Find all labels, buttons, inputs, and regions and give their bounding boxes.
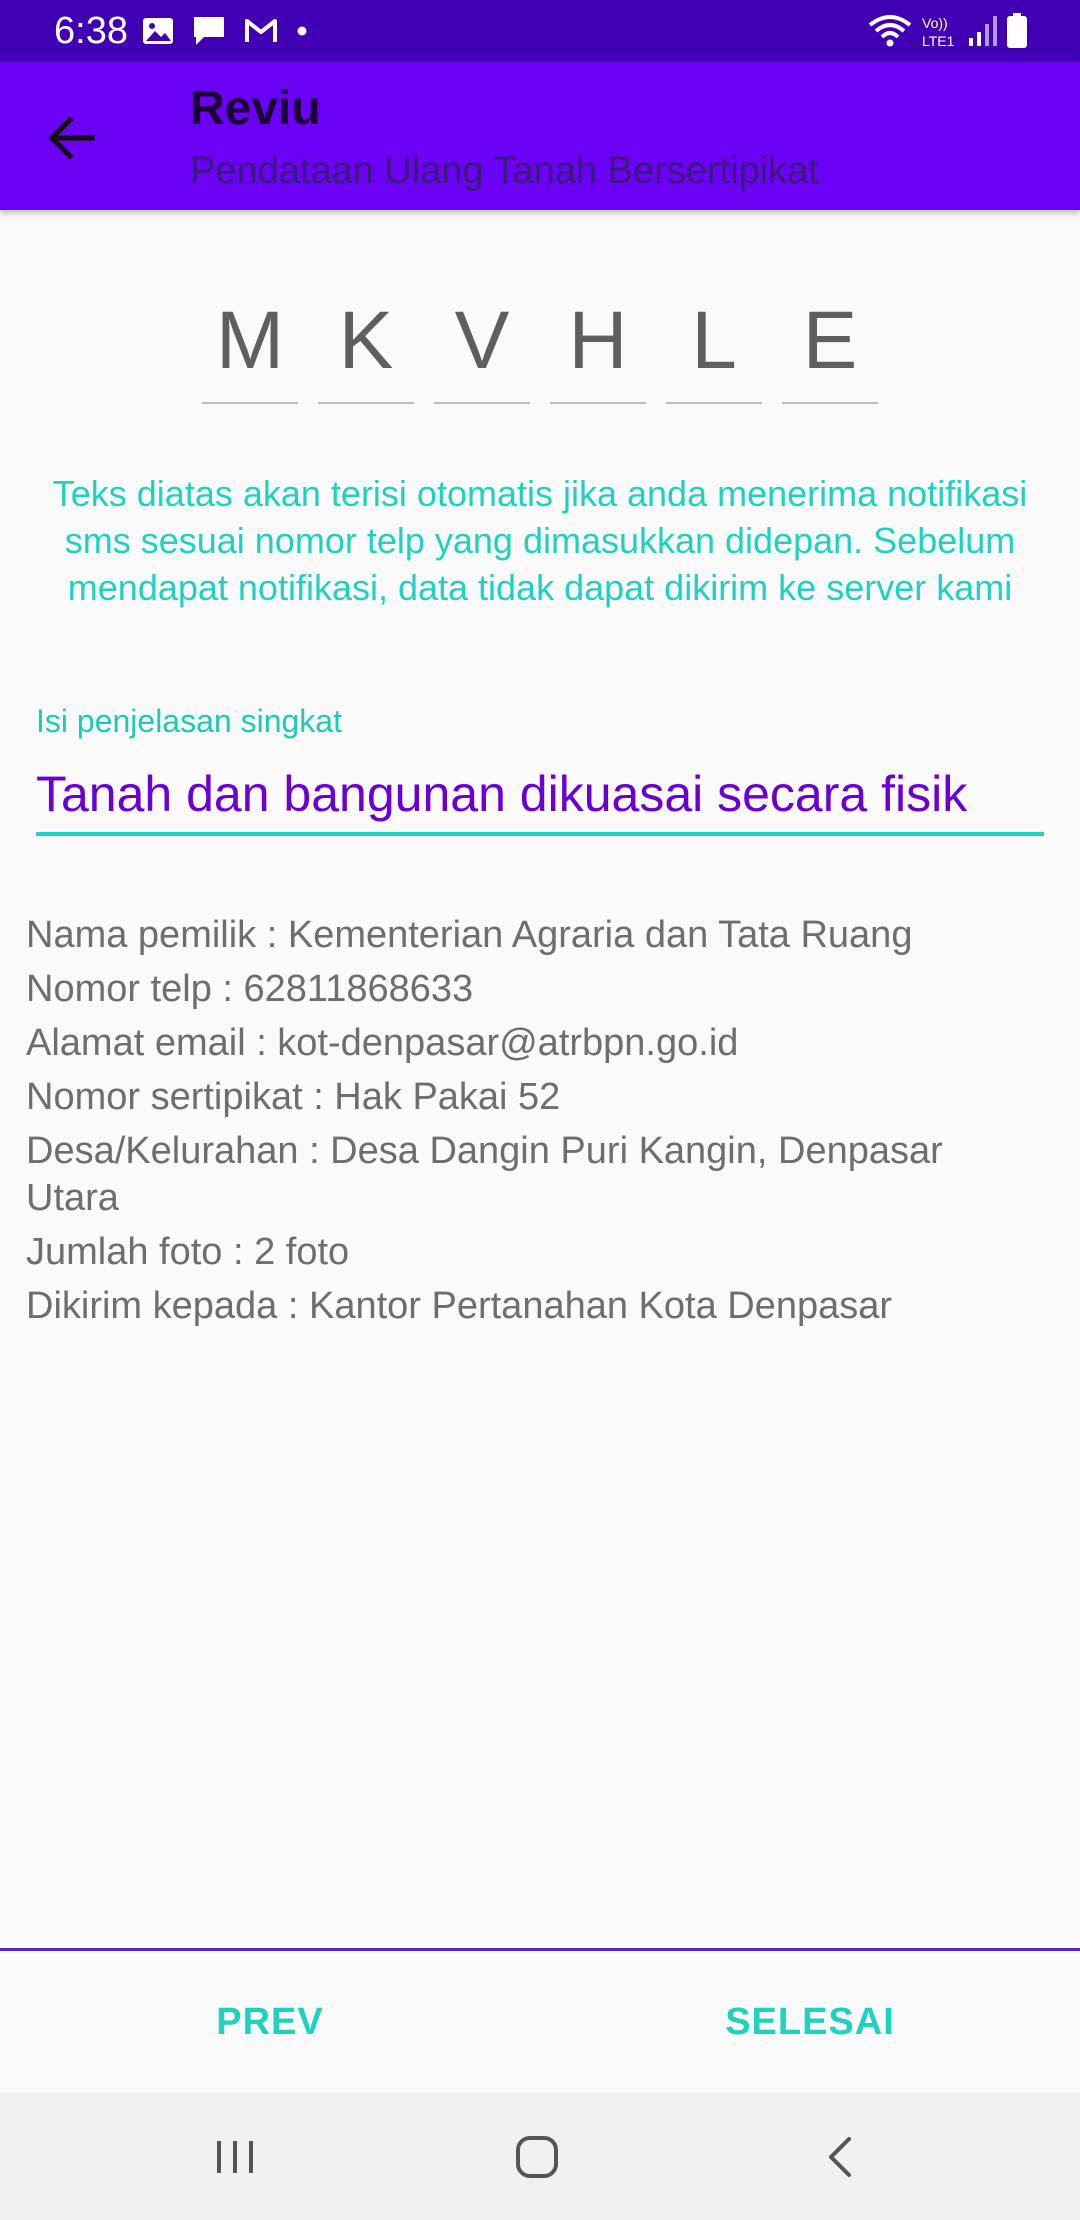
detail-photo-count: Jumlah foto : 2 foto <box>26 1231 350 1273</box>
sms-info-text: Teks diatas akan terisi otomatis jika an… <box>52 473 1028 608</box>
lte-icon: Vo)) LTE1 <box>920 13 960 49</box>
code-digit-5[interactable]: L <box>666 282 762 404</box>
page-title: Reviu <box>190 82 321 135</box>
app-bar: Reviu Pendataan Ulang Tanah Bersertipika… <box>0 62 1080 210</box>
status-bar: 6:38 Vo)) LTE1 <box>0 0 1080 62</box>
recent-apps-button[interactable] <box>195 2127 275 2187</box>
detail-email: Alamat email : kot-denpasar@atrbpn.go.id <box>26 1022 739 1064</box>
system-back-button[interactable] <box>800 2127 880 2187</box>
code-digit-4[interactable]: H <box>550 282 646 404</box>
code-digit-1[interactable]: M <box>202 282 298 404</box>
description-label: Isi penjelasan singkat <box>36 703 342 739</box>
description-input[interactable] <box>36 756 1044 836</box>
home-icon <box>516 2136 558 2178</box>
svg-text:Vo)): Vo)) <box>922 15 948 31</box>
status-notification-icons <box>142 12 308 50</box>
status-time: 6:38 <box>54 10 128 52</box>
system-nav-bar <box>0 2093 1080 2220</box>
detail-certificate-number: Nomor sertipikat : Hak Pakai 52 <box>26 1076 561 1118</box>
finish-button[interactable]: SELESAI <box>700 1951 920 2093</box>
code-digit-2[interactable]: K <box>318 282 414 404</box>
gmail-icon <box>244 18 278 44</box>
detail-sent-to: Dikirim kepada : Kantor Pertanahan Kota … <box>26 1285 893 1327</box>
back-button[interactable] <box>38 104 106 172</box>
wifi-icon <box>868 13 912 49</box>
verification-code: M K V H L E <box>202 282 878 404</box>
detail-phone-number: Nomor telp : 62811868633 <box>26 968 474 1010</box>
back-arrow-icon <box>48 116 95 160</box>
detail-village: Desa/Kelurahan : Desa Dangin Puri Kangin… <box>26 1130 943 1219</box>
home-button[interactable] <box>497 2127 577 2187</box>
recent-apps-icon <box>217 2141 253 2173</box>
page-subtitle: Pendataan Ulang Tanah Bersertipikat <box>190 150 819 192</box>
battery-icon <box>1006 13 1028 49</box>
code-digit-3[interactable]: V <box>434 282 530 404</box>
bottom-action-bar: PREV SELESAI <box>0 1951 1080 2093</box>
dot-icon <box>296 25 308 37</box>
signal-icon <box>968 14 998 48</box>
prev-button[interactable]: PREV <box>170 1951 370 2093</box>
code-digit-6[interactable]: E <box>782 282 878 404</box>
gallery-icon <box>142 17 174 45</box>
message-icon <box>192 15 226 47</box>
svg-text:LTE1: LTE1 <box>922 33 955 49</box>
back-icon <box>829 2137 851 2177</box>
status-system-icons: Vo)) LTE1 <box>868 10 1028 52</box>
detail-owner-name: Nama pemilik : Kementerian Agraria dan T… <box>26 914 913 956</box>
review-details: Nama pemilik : Kementerian Agraria dan T… <box>26 912 1036 1337</box>
